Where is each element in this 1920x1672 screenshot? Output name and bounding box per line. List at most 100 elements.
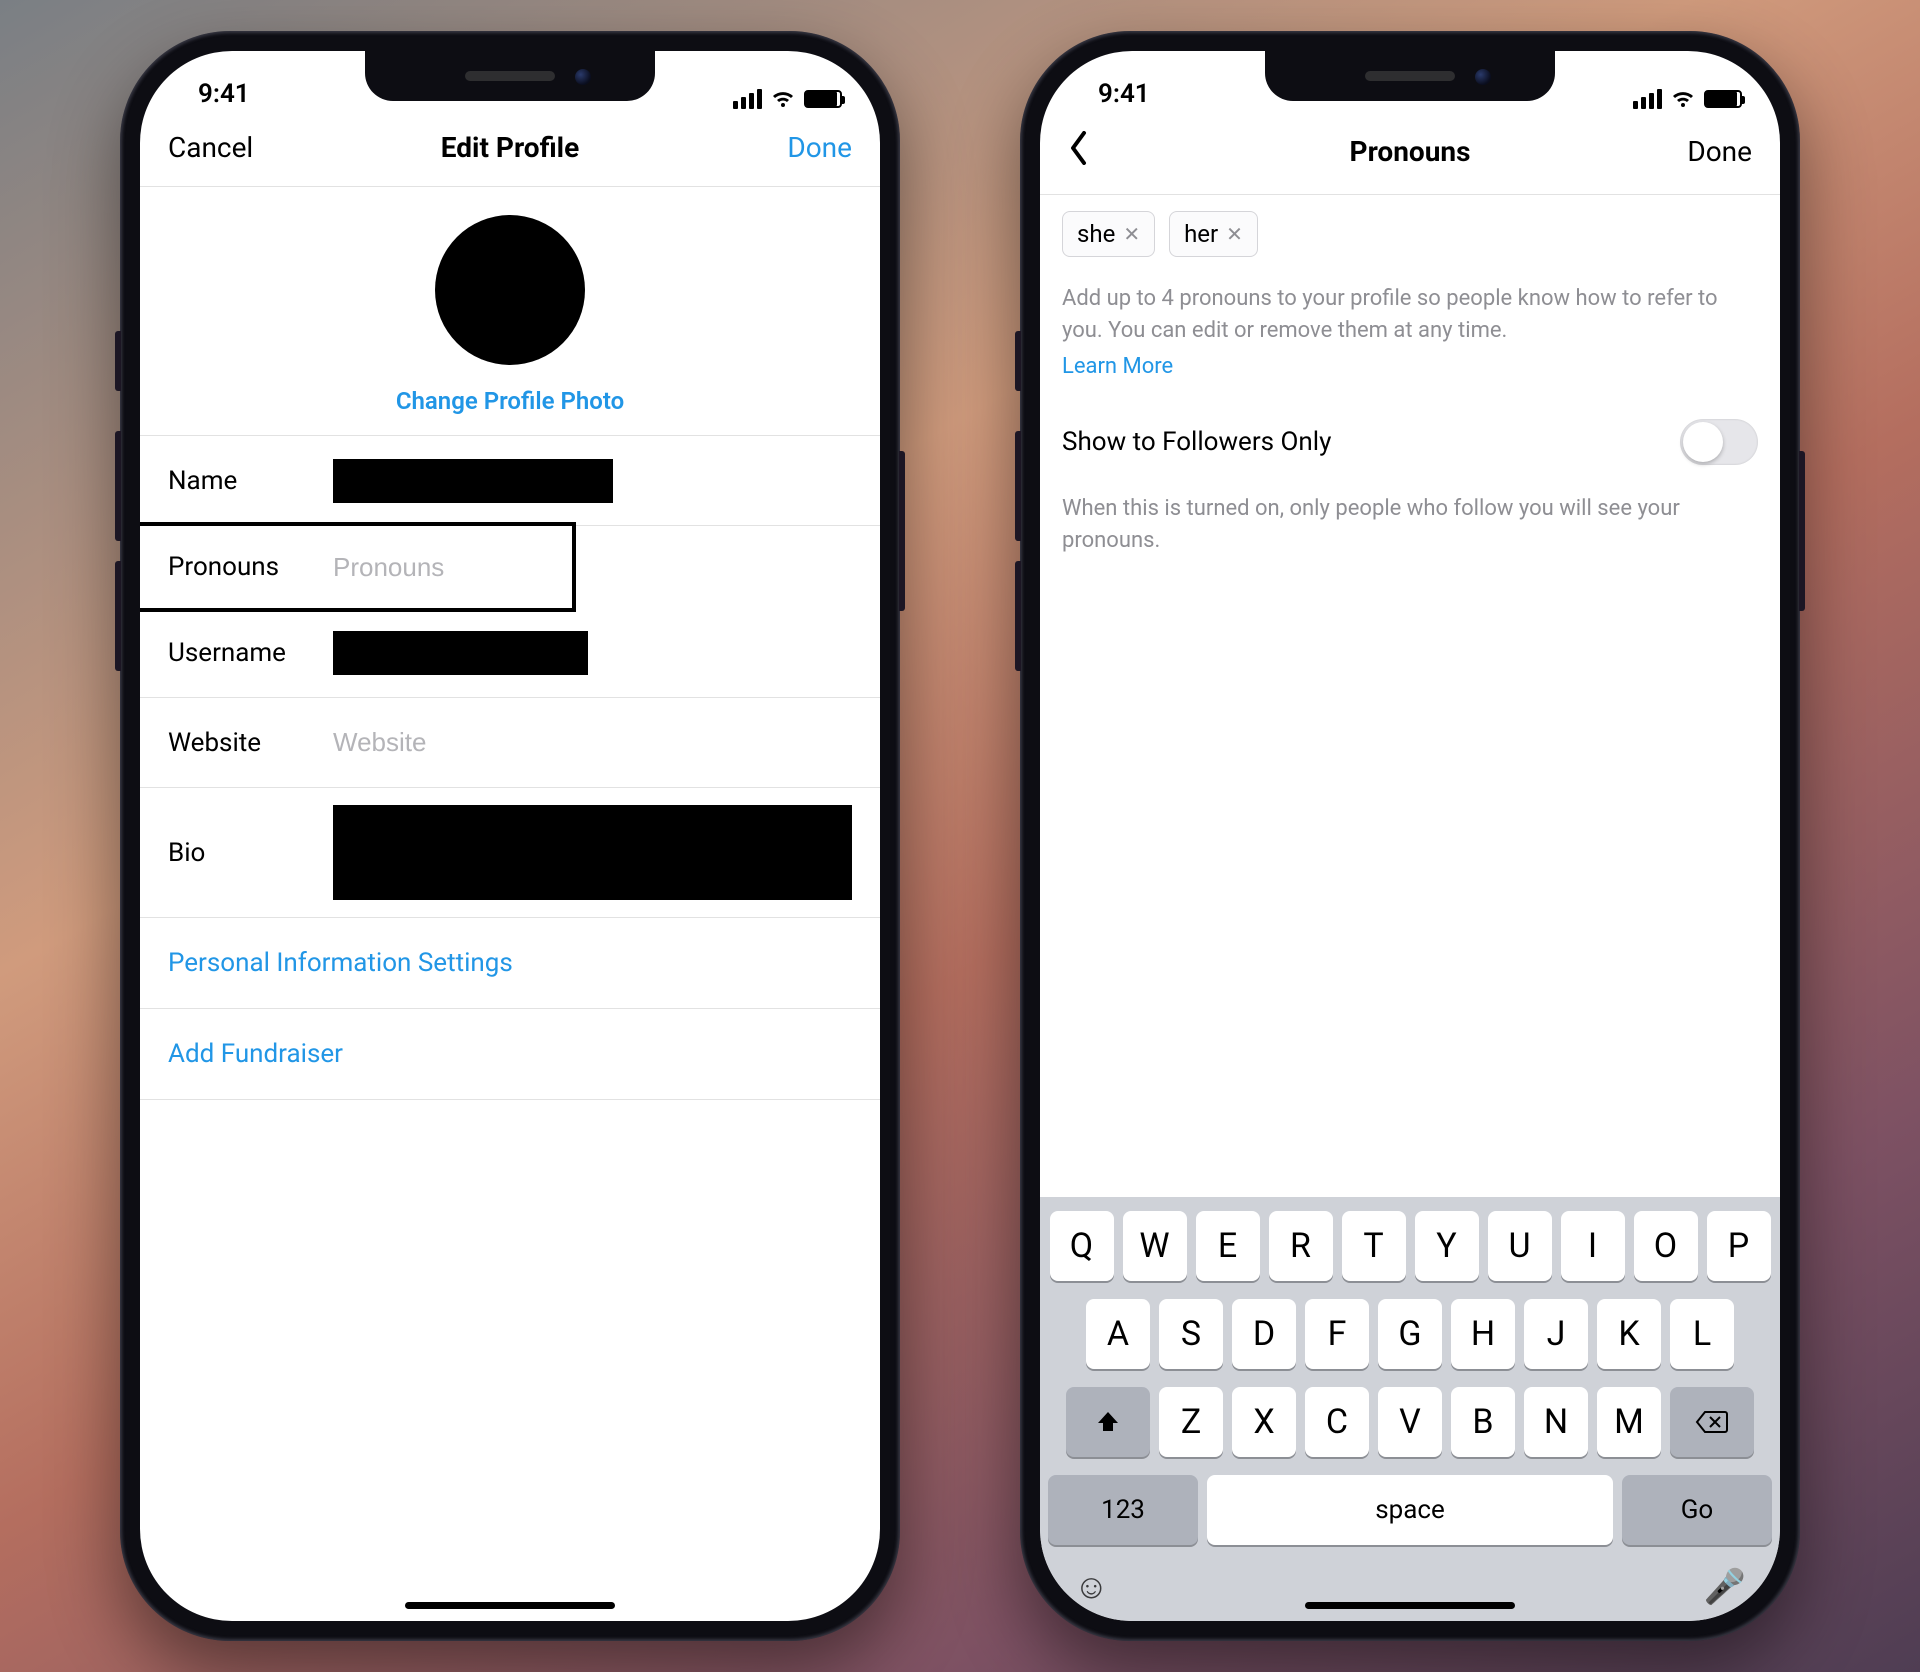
- phone-pronouns: 9:41 Pronouns Done she ✕: [1020, 31, 1800, 1641]
- profile-photo-section: Change Profile Photo: [140, 187, 880, 436]
- key-z[interactable]: Z: [1159, 1387, 1223, 1457]
- key-k[interactable]: K: [1597, 1299, 1661, 1369]
- remove-chip-icon[interactable]: ✕: [1123, 222, 1140, 246]
- battery-icon: [1704, 90, 1742, 108]
- key-x[interactable]: X: [1232, 1387, 1296, 1457]
- pronoun-chip[interactable]: she ✕: [1062, 211, 1155, 257]
- side-button: [899, 451, 905, 611]
- key-s[interactable]: S: [1159, 1299, 1223, 1369]
- speaker-grille: [465, 71, 555, 81]
- name-row[interactable]: Name: [140, 436, 880, 526]
- cellular-signal-icon: [1633, 89, 1662, 109]
- speaker-grille: [1365, 71, 1455, 81]
- username-value-redacted: [333, 631, 588, 675]
- add-fundraiser-link[interactable]: Add Fundraiser: [140, 1009, 880, 1100]
- key-f[interactable]: F: [1305, 1299, 1369, 1369]
- nav-bar: Cancel Edit Profile Done: [140, 111, 880, 187]
- key-q[interactable]: Q: [1050, 1211, 1114, 1281]
- emoji-key-icon[interactable]: ☺: [1074, 1567, 1109, 1607]
- page-title: Pronouns: [1350, 135, 1471, 168]
- key-h[interactable]: H: [1451, 1299, 1515, 1369]
- helper-text-content: Add up to 4 pronouns to your profile so …: [1062, 286, 1718, 343]
- key-m[interactable]: M: [1597, 1387, 1661, 1457]
- pronoun-chip[interactable]: her ✕: [1169, 211, 1258, 257]
- wifi-icon: [770, 89, 796, 109]
- name-value-redacted: [333, 459, 613, 503]
- key-c[interactable]: C: [1305, 1387, 1369, 1457]
- bio-label: Bio: [168, 838, 333, 868]
- key-t[interactable]: T: [1342, 1211, 1406, 1281]
- cancel-button[interactable]: Cancel: [168, 131, 288, 164]
- notch: [365, 51, 655, 101]
- learn-more-link[interactable]: Learn More: [1062, 351, 1758, 383]
- side-button: [1015, 561, 1021, 671]
- key-d[interactable]: D: [1232, 1299, 1296, 1369]
- pronoun-chip-label: her: [1184, 220, 1218, 248]
- pronouns-label: Pronouns: [168, 552, 333, 582]
- show-followers-only-label: Show to Followers Only: [1062, 427, 1331, 457]
- pronouns-helper-text: Add up to 4 pronouns to your profile so …: [1040, 257, 1780, 383]
- personal-information-settings-link[interactable]: Personal Information Settings: [140, 918, 880, 1009]
- done-button[interactable]: Done: [732, 131, 852, 164]
- pronouns-row[interactable]: Pronouns: [140, 522, 576, 612]
- username-row[interactable]: Username: [140, 608, 880, 698]
- nav-bar: Pronouns Done: [1040, 111, 1780, 195]
- website-row[interactable]: Website: [140, 698, 880, 788]
- page-title: Edit Profile: [441, 131, 579, 164]
- front-camera: [575, 69, 591, 85]
- pronoun-chip-label: she: [1077, 220, 1115, 248]
- done-button[interactable]: Done: [1632, 135, 1752, 168]
- key-u[interactable]: U: [1488, 1211, 1552, 1281]
- backspace-key[interactable]: [1670, 1387, 1754, 1457]
- phone-edit-profile: 9:41 Cancel Edit Profile Done Change Pro…: [120, 31, 900, 1641]
- name-label: Name: [168, 466, 333, 496]
- status-time: 9:41: [1078, 79, 1150, 109]
- bio-row[interactable]: Bio: [140, 788, 880, 918]
- key-n[interactable]: N: [1524, 1387, 1588, 1457]
- cellular-signal-icon: [733, 89, 762, 109]
- website-input[interactable]: [333, 727, 852, 758]
- back-button[interactable]: [1068, 131, 1188, 172]
- key-i[interactable]: I: [1561, 1211, 1625, 1281]
- side-button: [115, 561, 121, 671]
- side-button: [115, 331, 121, 391]
- key-p[interactable]: P: [1707, 1211, 1771, 1281]
- shift-key[interactable]: [1066, 1387, 1150, 1457]
- key-l[interactable]: L: [1670, 1299, 1734, 1369]
- key-b[interactable]: B: [1451, 1387, 1515, 1457]
- side-button: [1015, 431, 1021, 541]
- show-followers-only-row: Show to Followers Only: [1040, 383, 1780, 473]
- front-camera: [1475, 69, 1491, 85]
- key-o[interactable]: O: [1634, 1211, 1698, 1281]
- key-a[interactable]: A: [1086, 1299, 1150, 1369]
- show-followers-only-toggle[interactable]: [1680, 419, 1758, 465]
- key-g[interactable]: G: [1378, 1299, 1442, 1369]
- key-r[interactable]: R: [1269, 1211, 1333, 1281]
- key-e[interactable]: E: [1196, 1211, 1260, 1281]
- avatar[interactable]: [435, 215, 585, 365]
- side-button: [1799, 451, 1805, 611]
- username-label: Username: [168, 638, 333, 668]
- go-key[interactable]: Go: [1622, 1475, 1772, 1545]
- pronouns-input[interactable]: [333, 552, 544, 583]
- key-v[interactable]: V: [1378, 1387, 1442, 1457]
- change-profile-photo-link[interactable]: Change Profile Photo: [140, 387, 880, 415]
- key-y[interactable]: Y: [1415, 1211, 1479, 1281]
- wifi-icon: [1670, 89, 1696, 109]
- key-j[interactable]: J: [1524, 1299, 1588, 1369]
- side-button: [115, 431, 121, 541]
- home-indicator[interactable]: [1305, 1602, 1515, 1609]
- remove-chip-icon[interactable]: ✕: [1226, 222, 1243, 246]
- pronoun-chips: she ✕ her ✕: [1040, 195, 1780, 257]
- key-w[interactable]: W: [1123, 1211, 1187, 1281]
- dictation-key-icon[interactable]: 🎤: [1704, 1567, 1746, 1607]
- home-indicator[interactable]: [405, 1602, 615, 1609]
- side-button: [1015, 331, 1021, 391]
- notch: [1265, 51, 1555, 101]
- toggle-helper-text: When this is turned on, only people who …: [1040, 473, 1780, 557]
- numbers-key[interactable]: 123: [1048, 1475, 1198, 1545]
- website-label: Website: [168, 728, 333, 758]
- status-time: 9:41: [178, 79, 250, 109]
- battery-icon: [804, 90, 842, 108]
- space-key[interactable]: space: [1207, 1475, 1613, 1545]
